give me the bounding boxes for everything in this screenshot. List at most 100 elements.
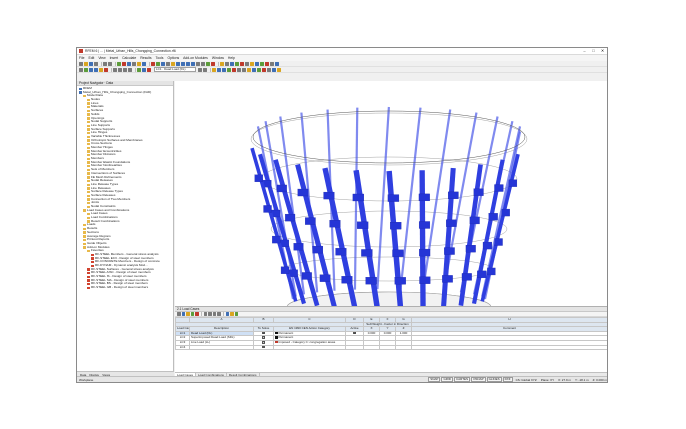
insert-node-icon[interactable] [84, 67, 88, 72]
table-previous-icon[interactable] [208, 312, 212, 316]
table-goto-icon[interactable] [177, 312, 181, 316]
loads-icon[interactable] [137, 61, 141, 66]
printout-icon[interactable] [272, 67, 276, 72]
table-filter-icon[interactable] [181, 312, 185, 316]
cell-to-solve[interactable] [253, 344, 274, 351]
minimize-button[interactable]: – [580, 48, 589, 54]
view-y-icon[interactable] [186, 61, 190, 66]
cell-active[interactable] [345, 344, 364, 351]
maximize-button[interactable]: □ [589, 48, 598, 54]
previous-load-case-icon[interactable] [198, 67, 202, 72]
table-import-icon[interactable] [186, 312, 190, 316]
wireframe-icon[interactable] [206, 61, 210, 66]
checkbox[interactable]: ✓ [262, 341, 265, 344]
table-delete-icon[interactable] [195, 312, 199, 316]
load-case-select[interactable]: LC1 · Dead Load (DL) [154, 67, 196, 72]
guide-icon[interactable] [250, 61, 254, 66]
toggle-loads-icon[interactable] [147, 67, 151, 72]
table-view-icon[interactable] [225, 312, 229, 316]
deformation-icon[interactable] [217, 67, 221, 72]
panel-icon[interactable] [252, 67, 256, 72]
checkbox[interactable]: ✓ [262, 336, 265, 339]
scale-icon[interactable] [128, 67, 132, 72]
menu-calculate[interactable]: Calculate [122, 56, 136, 60]
osnap-toggle[interactable]: OSNAP [471, 376, 486, 382]
save-icon[interactable] [89, 61, 93, 66]
view-iso-icon[interactable] [176, 61, 180, 66]
redo-icon[interactable] [108, 61, 112, 66]
settings-icon[interactable] [270, 61, 274, 66]
select-icon[interactable] [225, 61, 229, 66]
next-load-case-icon[interactable] [203, 67, 207, 72]
menu-file[interactable]: File [79, 56, 84, 60]
menu-add-on-modules[interactable]: Add-on Modules [183, 56, 208, 60]
measure-icon[interactable] [220, 61, 224, 66]
menu-tools[interactable]: Tools [156, 56, 164, 60]
cell-factor-z[interactable] [395, 344, 412, 351]
insert-member-icon[interactable] [94, 67, 98, 72]
checkbox[interactable]: ✓ [262, 331, 265, 335]
members-icon[interactable] [156, 61, 160, 66]
sections-icon[interactable] [171, 61, 175, 66]
filter-icon[interactable] [230, 61, 234, 66]
solid-display-icon[interactable] [211, 61, 215, 66]
undo-icon[interactable] [103, 61, 107, 66]
close-button[interactable]: ✕ [598, 48, 607, 54]
zoom-all-icon[interactable] [196, 61, 200, 66]
grid-toggle[interactable]: GRID [441, 376, 453, 382]
menu-window[interactable]: Window [212, 56, 224, 60]
view-x-icon[interactable] [181, 61, 185, 66]
print-icon[interactable] [94, 61, 98, 66]
table-next-icon[interactable] [212, 312, 216, 316]
graphic-print-icon[interactable] [277, 67, 281, 72]
menu-view[interactable]: View [98, 56, 105, 60]
mirror-icon[interactable] [123, 67, 127, 72]
workplane-icon[interactable] [245, 61, 249, 66]
isolines-icon[interactable] [257, 67, 261, 72]
move-icon[interactable] [113, 67, 117, 72]
insert-surface-icon[interactable] [99, 67, 103, 72]
render-icon[interactable] [142, 61, 146, 66]
glines-toggle[interactable]: GLINES [486, 376, 502, 382]
comment-icon[interactable] [260, 61, 264, 66]
cell-description[interactable] [189, 344, 254, 351]
values-icon[interactable] [237, 67, 241, 72]
solids-icon[interactable] [166, 61, 170, 66]
clip-icon[interactable] [265, 61, 269, 66]
result-diagram-icon[interactable] [247, 67, 251, 72]
cell-action-category[interactable]: Imposed - Category C: congregation areas [273, 339, 346, 346]
dimension-icon[interactable] [255, 61, 259, 66]
cell-comment[interactable] [411, 344, 607, 351]
new-file-icon[interactable] [79, 61, 83, 66]
zoom-window-icon[interactable] [201, 61, 205, 66]
model-icon[interactable] [127, 61, 131, 66]
menu-edit[interactable]: Edit [88, 56, 94, 60]
help-icon[interactable] [275, 61, 279, 66]
load-wizard-icon[interactable] [212, 67, 216, 72]
rotate-icon[interactable] [118, 67, 122, 72]
view-z-icon[interactable] [191, 61, 195, 66]
support-reactions-icon[interactable] [227, 67, 231, 72]
dxf-toggle[interactable]: DXF [502, 376, 513, 382]
snap-toggle[interactable]: SNAP [428, 376, 441, 382]
cell-action-category[interactable] [273, 344, 346, 351]
table-first-icon[interactable] [203, 312, 207, 316]
calculate-icon[interactable] [117, 61, 121, 66]
cell-load-case[interactable]: LC4 [175, 344, 190, 351]
3d-model-view[interactable] [175, 81, 607, 306]
table-row[interactable]: LC4 [175, 344, 607, 351]
tree-item[interactable]: RF-STEEL GB - Design of steel members [77, 286, 173, 290]
checkbox[interactable] [262, 346, 265, 349]
animation-icon[interactable] [242, 67, 246, 72]
toggle-numbering-icon[interactable] [142, 67, 146, 72]
table-sort-icon[interactable] [230, 312, 234, 316]
table-last-icon[interactable] [217, 312, 221, 316]
toggle-display-icon[interactable] [137, 67, 141, 72]
checkbox[interactable]: ✓ [353, 331, 356, 335]
select-arrow-icon[interactable] [79, 67, 83, 72]
supports-icon[interactable] [151, 61, 155, 66]
menu-options[interactable]: Options [167, 56, 179, 60]
surfaces-icon[interactable] [161, 61, 165, 66]
color-scale-icon[interactable] [262, 67, 266, 72]
grid-icon[interactable] [235, 61, 239, 66]
